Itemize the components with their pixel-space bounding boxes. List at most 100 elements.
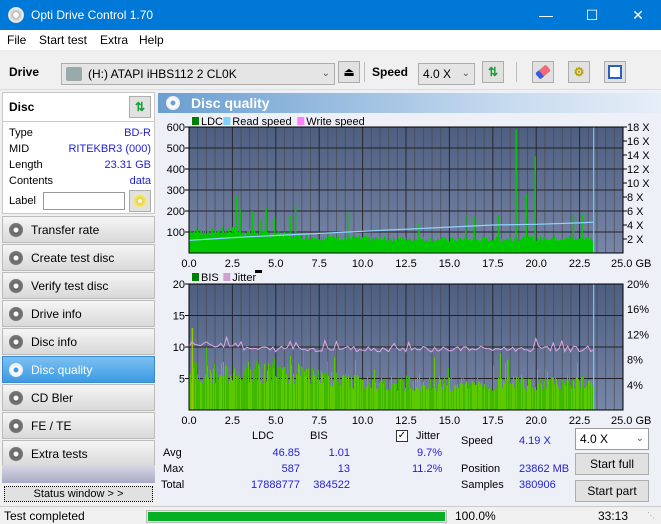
ldc-bar: [345, 238, 346, 253]
ldc-bar: [361, 238, 362, 253]
bis-bar: [241, 380, 242, 410]
ldc-bar: [539, 239, 540, 253]
nav-disc-quality[interactable]: Disc quality: [2, 356, 155, 383]
ldc-bar: [222, 226, 223, 253]
bis-bar: [347, 379, 348, 410]
bis-bar: [461, 378, 462, 410]
bis-bar: [580, 387, 581, 410]
minimize-button[interactable]: —: [523, 0, 569, 30]
disc-label-input[interactable]: [43, 192, 125, 210]
jitter-checkbox[interactable]: ✓: [396, 430, 408, 442]
bis-bar: [408, 376, 409, 410]
ldc-bar: [332, 235, 333, 253]
bis-bar: [413, 381, 414, 410]
nav-label: Create test disc: [31, 251, 115, 265]
bis-bar: [262, 383, 263, 410]
test-speed-select[interactable]: 4.0 X ⌄: [575, 428, 649, 450]
settings-button[interactable]: ⚙: [568, 61, 590, 83]
disc-label-button[interactable]: [129, 190, 151, 212]
drive-select[interactable]: (H:) ATAPI iHBS112 2 CL0K ⌄: [61, 63, 335, 85]
ldc-bar: [440, 238, 441, 253]
ldc-bar: [219, 229, 220, 253]
bis-bar: [292, 378, 293, 410]
bis-bar: [384, 380, 385, 410]
bis-bar: [560, 389, 561, 410]
nav-label: Disc quality: [31, 363, 93, 377]
bis-bar: [329, 377, 330, 410]
ldc-bar: [316, 238, 317, 253]
ldc-bar: [579, 238, 580, 253]
menu-help[interactable]: Help: [139, 33, 164, 47]
menu-extra[interactable]: Extra: [100, 33, 128, 47]
chevron-down-icon: ⌄: [635, 433, 644, 444]
bis-bar: [542, 389, 543, 410]
nav-extra-tests[interactable]: Extra tests: [2, 440, 155, 467]
bis-bar: [372, 379, 373, 410]
bis-bar: [416, 387, 417, 410]
start-full-button[interactable]: Start full: [575, 453, 649, 475]
ldc-bar: [463, 241, 464, 253]
ldc-bar: [208, 231, 209, 253]
bis-bar: [246, 367, 247, 410]
ldc-bar: [484, 236, 485, 253]
ldc-bar: [531, 238, 532, 253]
ldc-bar: [524, 236, 525, 253]
maximize-button[interactable]: ☐: [569, 0, 615, 30]
bis-bar: [544, 379, 545, 410]
speed-select[interactable]: 4.0 X ⌄: [418, 63, 475, 85]
start-part-button[interactable]: Start part: [575, 480, 649, 502]
bis-bar: [231, 378, 232, 410]
ldc-bar: [577, 237, 578, 253]
disc-info-panel: Disc ⇅ Type BD-R MID RITEKBR3 (000) Length…: [2, 92, 155, 214]
nav-create-test-disc[interactable]: Create test disc: [2, 244, 155, 271]
nav-fe-te[interactable]: FE / TE: [2, 412, 155, 439]
y2-tick-label: 8%: [627, 355, 643, 367]
menu-file[interactable]: File: [7, 33, 26, 47]
ldc-bar: [273, 236, 274, 253]
ldc-bar: [191, 234, 192, 253]
ldc-bar: [229, 231, 230, 253]
ldc-bar: [578, 238, 579, 253]
eject-button[interactable]: ⏏: [338, 61, 360, 83]
menu-start-test[interactable]: Start test: [39, 33, 87, 47]
toolbar: Drive (H:) ATAPI iHBS112 2 CL0K ⌄ ⏏ Spee…: [0, 50, 661, 90]
ldc-bar: [415, 239, 416, 253]
ldc-bar: [343, 240, 344, 253]
bis-bar: [420, 390, 421, 410]
bis-bar: [495, 381, 496, 410]
save-button[interactable]: [604, 61, 626, 83]
bis-bar: [455, 385, 456, 410]
nav-drive-info[interactable]: Drive info: [2, 300, 155, 327]
bis-bar: [521, 374, 522, 410]
nav-label: CD Bler: [31, 391, 74, 405]
ldc-bar: [558, 240, 559, 253]
erase-button[interactable]: [532, 61, 554, 83]
ldc-bar: [400, 237, 401, 253]
bis-bar: [459, 389, 460, 410]
nav-transfer-rate[interactable]: Transfer rate: [2, 216, 155, 243]
bis-bar: [485, 380, 486, 410]
bis-bar: [482, 386, 483, 410]
bis-bar: [583, 376, 584, 410]
bis-bar: [387, 390, 388, 410]
bis-bar: [269, 372, 270, 410]
panel-header: Disc quality: [158, 93, 661, 113]
ldc-spike: [265, 206, 267, 253]
ldc-bar: [451, 238, 452, 253]
ldc-bar: [518, 240, 519, 253]
ldc-bar: [455, 240, 456, 253]
ldc-bar: [489, 236, 490, 253]
ldc-bar: [533, 241, 534, 253]
disc-refresh-button[interactable]: ⇅: [129, 96, 151, 118]
close-button[interactable]: ✕: [615, 0, 661, 30]
ldc-bar: [379, 236, 380, 253]
bis-bar: [518, 377, 519, 410]
status-window-button[interactable]: Status window > >: [4, 486, 153, 502]
ldc-bar: [547, 240, 548, 253]
nav-cd-bler[interactable]: CD Bler: [2, 384, 155, 411]
nav-disc-info[interactable]: Disc info: [2, 328, 155, 355]
nav-verify-test-disc[interactable]: Verify test disc: [2, 272, 155, 299]
refresh-button[interactable]: ⇅: [482, 61, 504, 83]
ldc-bar: [393, 236, 394, 253]
resize-grip-icon[interactable]: ⋱: [647, 511, 655, 520]
